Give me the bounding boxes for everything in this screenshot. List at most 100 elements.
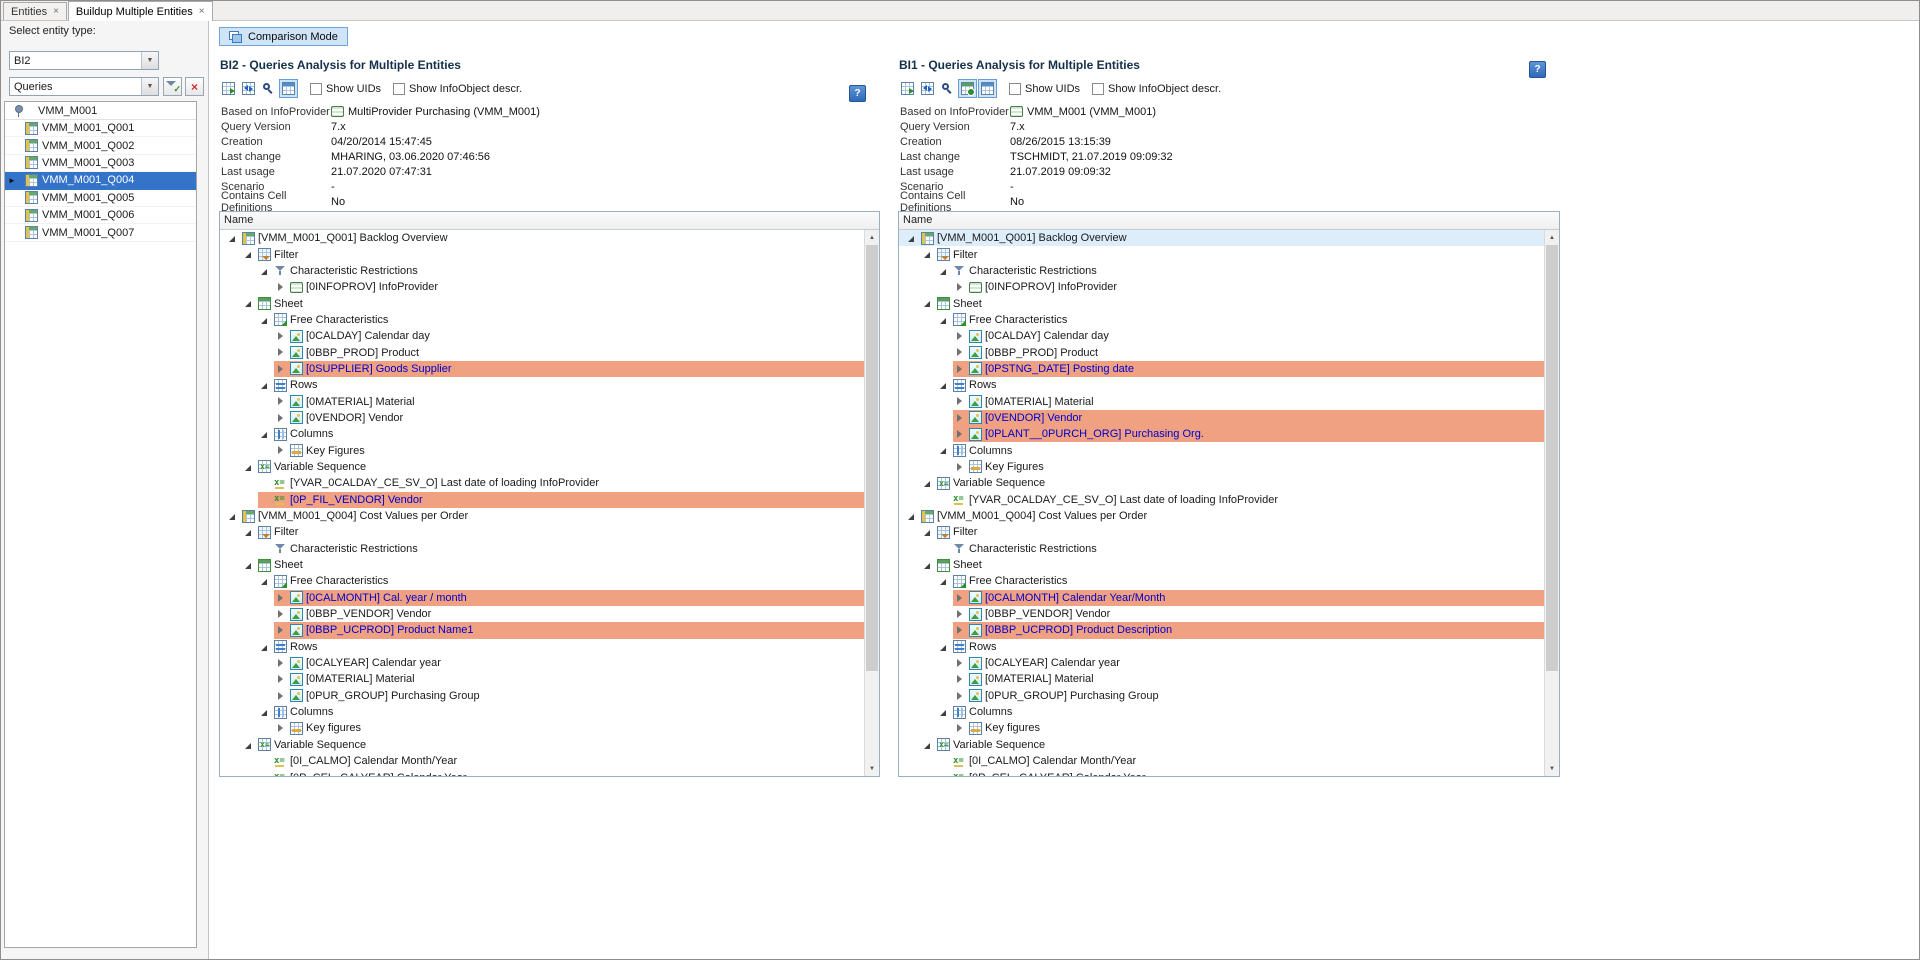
collapse-icon[interactable] (921, 737, 934, 753)
tree-row[interactable]: Columns (220, 704, 864, 720)
tree-row[interactable]: Filter (220, 246, 864, 262)
entity-list-item[interactable]: VMM_M001_Q005 (5, 190, 196, 207)
tree-row[interactable]: Free Characteristics (899, 312, 1544, 328)
collapse-icon[interactable] (921, 246, 934, 262)
expand-icon[interactable] (953, 459, 966, 475)
collapse-icon[interactable] (921, 557, 934, 573)
expand-icon[interactable] (953, 344, 966, 360)
tree-row[interactable]: Rows (899, 377, 1544, 393)
entity-list-item[interactable]: ►VMM_M001_Q004 (5, 172, 196, 189)
expand-icon[interactable] (953, 671, 966, 687)
collapse-icon[interactable] (905, 230, 918, 246)
tree-row[interactable]: [YVAR_0CALDAY_CE_SV_O] Last date of load… (220, 475, 864, 491)
expand-icon[interactable] (953, 410, 966, 426)
tree-row[interactable]: [0CALYEAR] Calendar year (220, 655, 864, 671)
expand-icon[interactable] (274, 606, 287, 622)
table-export-button[interactable] (219, 79, 238, 98)
tree-row[interactable]: [0BBP_VENDOR] Vendor (899, 606, 1544, 622)
entity-list-item[interactable]: VMM_M001_Q001 (5, 120, 196, 137)
tree-row[interactable]: Sheet (899, 295, 1544, 311)
expand-icon[interactable] (953, 720, 966, 736)
tree-row[interactable]: [0INFOPROV] InfoProvider (899, 279, 1544, 295)
tree-row[interactable]: Sheet (899, 557, 1544, 573)
expand-icon[interactable] (274, 688, 287, 704)
help-button[interactable]: ? (849, 85, 866, 102)
expand-icon[interactable] (274, 393, 287, 409)
collapse-icon[interactable] (258, 639, 271, 655)
tree-row[interactable]: [0CALMONTH] Calendar Year/Month (899, 590, 1544, 606)
show-infoobject-descr-checkbox[interactable]: Show InfoObject descr. (393, 83, 522, 95)
collapse-icon[interactable] (258, 573, 271, 589)
tree-row[interactable]: Filter (899, 524, 1544, 540)
tree-row[interactable]: [0PUR_GROUP] Purchasing Group (899, 688, 1544, 704)
tree-row[interactable]: [0VENDOR] Vendor (220, 410, 864, 426)
scroll-up-icon[interactable]: ▲ (865, 230, 879, 245)
expand-icon[interactable] (274, 655, 287, 671)
tree-row[interactable]: Filter (899, 246, 1544, 262)
expand-icon[interactable] (953, 426, 966, 442)
tree-row[interactable]: [0I_CALMO] Calendar Month/Year (899, 753, 1544, 769)
tab-entities[interactable]: Entities × (3, 2, 67, 20)
tree-row[interactable]: [0CALYEAR] Calendar year (899, 655, 1544, 671)
object-type-select[interactable]: Queries ▼ (9, 77, 159, 96)
expand-icon[interactable] (953, 393, 966, 409)
tree-row[interactable]: Free Characteristics (220, 573, 864, 589)
tree-row[interactable]: [VMM_M001_Q004] Cost Values per Order (899, 508, 1544, 524)
collapse-icon[interactable] (921, 475, 934, 491)
tree-row[interactable]: [0BBP_PROD] Product (220, 344, 864, 360)
tree-row[interactable]: Columns (899, 704, 1544, 720)
tab-buildup-multiple-entities[interactable]: Buildup Multiple Entities × (68, 1, 213, 21)
name-column-header[interactable]: Name (220, 212, 879, 230)
tree-row[interactable]: [0SUPPLIER] Goods Supplier (220, 361, 864, 377)
chevron-down-icon[interactable]: ▼ (141, 52, 158, 69)
tree-row[interactable]: [0MATERIAL] Material (220, 671, 864, 687)
tree-row[interactable]: Free Characteristics (899, 573, 1544, 589)
collapse-icon[interactable] (242, 737, 255, 753)
expand-icon[interactable] (953, 655, 966, 671)
tree-row[interactable]: [VMM_M001_Q001] Backlog Overview (220, 230, 864, 246)
tree-row[interactable]: Columns (220, 426, 864, 442)
tree-row[interactable]: [YVAR_0CALDAY_CE_SV_O] Last date of load… (899, 492, 1544, 508)
tree-row[interactable]: Rows (220, 639, 864, 655)
tree-row[interactable]: [0PLANT__0PURCH_ORG] Purchasing Org. (899, 426, 1544, 442)
tree-row[interactable]: [0P_FIL_VENDOR] Vendor (220, 492, 864, 508)
collapse-icon[interactable] (258, 426, 271, 442)
tree-row[interactable]: Characteristic Restrictions (220, 541, 864, 557)
expand-icon[interactable] (274, 442, 287, 458)
expand-icon[interactable] (274, 410, 287, 426)
collapse-icon[interactable] (242, 295, 255, 311)
expand-icon[interactable] (274, 720, 287, 736)
help-button[interactable]: ? (1529, 61, 1546, 78)
tree-row[interactable]: Variable Sequence (899, 737, 1544, 753)
collapse-icon[interactable] (258, 704, 271, 720)
tree-row[interactable]: [0PUR_GROUP] Purchasing Group (220, 688, 864, 704)
expand-icon[interactable] (953, 279, 966, 295)
expand-icon[interactable] (274, 361, 287, 377)
expand-icon[interactable] (953, 622, 966, 638)
entity-list-item[interactable]: VMM_M001_Q003 (5, 155, 196, 172)
tree-row[interactable]: Key figures (220, 720, 864, 736)
tree-row[interactable]: [VMM_M001_Q001] Backlog Overview (899, 230, 1544, 246)
collapse-icon[interactable] (905, 508, 918, 524)
tree-row[interactable]: [0MATERIAL] Material (220, 393, 864, 409)
show-infoobject-descr-checkbox[interactable]: Show InfoObject descr. (1092, 83, 1221, 95)
expand-icon[interactable] (274, 622, 287, 638)
tree-row[interactable]: Characteristic Restrictions (220, 263, 864, 279)
tree-row[interactable]: Free Characteristics (220, 312, 864, 328)
tree-row[interactable]: [0MATERIAL] Material (899, 393, 1544, 409)
expand-icon[interactable] (274, 590, 287, 606)
clear-filter-button[interactable]: × (185, 77, 204, 96)
tree-row[interactable]: [0CALDAY] Calendar day (899, 328, 1544, 344)
scroll-up-icon[interactable]: ▲ (1545, 230, 1559, 245)
search-button[interactable] (938, 79, 957, 98)
tree-row[interactable]: [VMM_M001_Q004] Cost Values per Order (220, 508, 864, 524)
table-transfer-button[interactable] (239, 79, 258, 98)
scrollbar-thumb[interactable] (866, 245, 878, 671)
close-icon[interactable]: × (53, 7, 59, 17)
collapse-icon[interactable] (242, 459, 255, 475)
tree-row[interactable]: [0PSTNG_DATE] Posting date (899, 361, 1544, 377)
tree-row[interactable]: Filter (220, 524, 864, 540)
tree-row[interactable]: Key Figures (899, 459, 1544, 475)
tree-row[interactable]: Variable Sequence (899, 475, 1544, 491)
tree-row[interactable]: Sheet (220, 557, 864, 573)
